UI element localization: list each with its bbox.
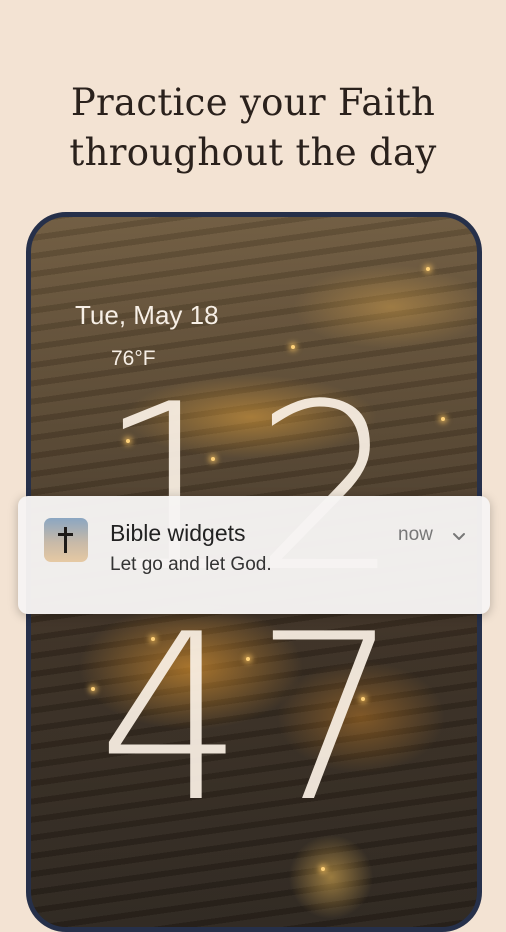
cross-icon (44, 518, 88, 562)
lockscreen-date: Tue, May 18 (75, 300, 219, 330)
headline: Practice your Faith throughout the day (0, 78, 506, 178)
water-sparkle (426, 267, 430, 271)
notification-message: Let go and let God. (110, 554, 272, 575)
clock-minutes: 47 (97, 586, 411, 853)
water-sparkle (321, 867, 325, 871)
chevron-down-icon[interactable] (452, 530, 466, 544)
headline-line-1: Practice your Faith (70, 81, 436, 124)
notification-card[interactable]: Bible widgets now Let go and let God. (18, 496, 490, 614)
water-sparkle (291, 345, 295, 349)
notification-time: now (398, 524, 433, 545)
notification-app-name: Bible widgets (110, 520, 246, 546)
headline-line-2: throughout the day (69, 131, 437, 174)
